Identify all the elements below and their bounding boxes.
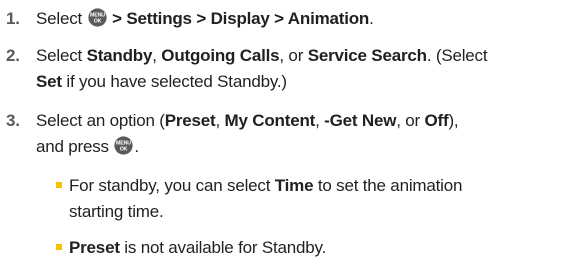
key-bottom-label: OK (120, 146, 128, 152)
step-number: 1. (6, 9, 20, 28)
step-text: Select MENU OK > Settings > Display > Ani… (36, 6, 581, 32)
bold-term: Service Search (307, 46, 427, 65)
text-run: , (215, 111, 225, 130)
text-run: Select (36, 9, 87, 28)
text-run: and press (36, 137, 114, 156)
bold-term: > Settings > Display > Animation (107, 9, 370, 28)
text-run: if you have selected Standby.) (61, 72, 287, 91)
square-bullet-icon (56, 182, 62, 188)
menu-ok-key-icon: MENUOK (114, 136, 134, 155)
text-run: . (134, 137, 139, 156)
text-line: starting time. (69, 199, 581, 225)
bullet-text: Preset is not available for Standby. (69, 235, 581, 261)
step-number: 2. (6, 46, 20, 65)
text-line: Select an option (Preset, My Content, -G… (36, 108, 581, 134)
text-line: and press MENU OK. (36, 134, 581, 160)
bold-term: Standby (86, 46, 153, 65)
text-run: , (315, 111, 325, 130)
text-run: to set the animation (313, 176, 463, 195)
text-line: Select MENU OK > Settings > Display > Ani… (36, 6, 581, 32)
bold-term: Outgoing Calls (161, 46, 280, 65)
text-run: starting time. (69, 202, 164, 221)
text-run: For standby, you can select (69, 176, 275, 195)
text-run: , or (279, 46, 308, 65)
text-run: , (152, 46, 162, 65)
step-text: Select Standby, Outgoing Calls, or Servi… (36, 43, 581, 95)
text-run: is not available for Standby. (119, 238, 327, 257)
bold-term: Time (274, 176, 314, 195)
menu-ok-key-icon: MENUOK (87, 8, 107, 27)
bold-term: My Content (224, 111, 316, 130)
text-run: ), (448, 111, 459, 130)
step-text: Select an option (Preset, My Content, -G… (36, 108, 581, 160)
bold-term: Preset (69, 238, 120, 257)
text-run: Select (36, 46, 87, 65)
step-number: 3. (6, 111, 20, 130)
bold-term: Preset (164, 111, 216, 130)
text-run: Select an option ( (36, 111, 165, 130)
text-run: , or (396, 111, 425, 130)
bullet-text: For standby, you can select Time to set … (69, 173, 581, 225)
bold-term: Set (36, 72, 62, 91)
bold-term: -Get New (324, 111, 397, 130)
text-run: . (Select (426, 46, 488, 65)
text-line: For standby, you can select Time to set … (69, 173, 581, 199)
key-bottom-label: OK (93, 18, 101, 24)
instruction-page: { "steps": [ { "number": "1.", "lines": … (0, 0, 585, 265)
text-line: Select Standby, Outgoing Calls, or Servi… (36, 43, 581, 69)
text-run: . (369, 9, 374, 28)
text-line: Preset is not available for Standby. (69, 235, 581, 261)
text-line: Set if you have selected Standby.) (36, 69, 581, 95)
square-bullet-icon (56, 244, 62, 250)
bold-term: Off (424, 111, 449, 130)
